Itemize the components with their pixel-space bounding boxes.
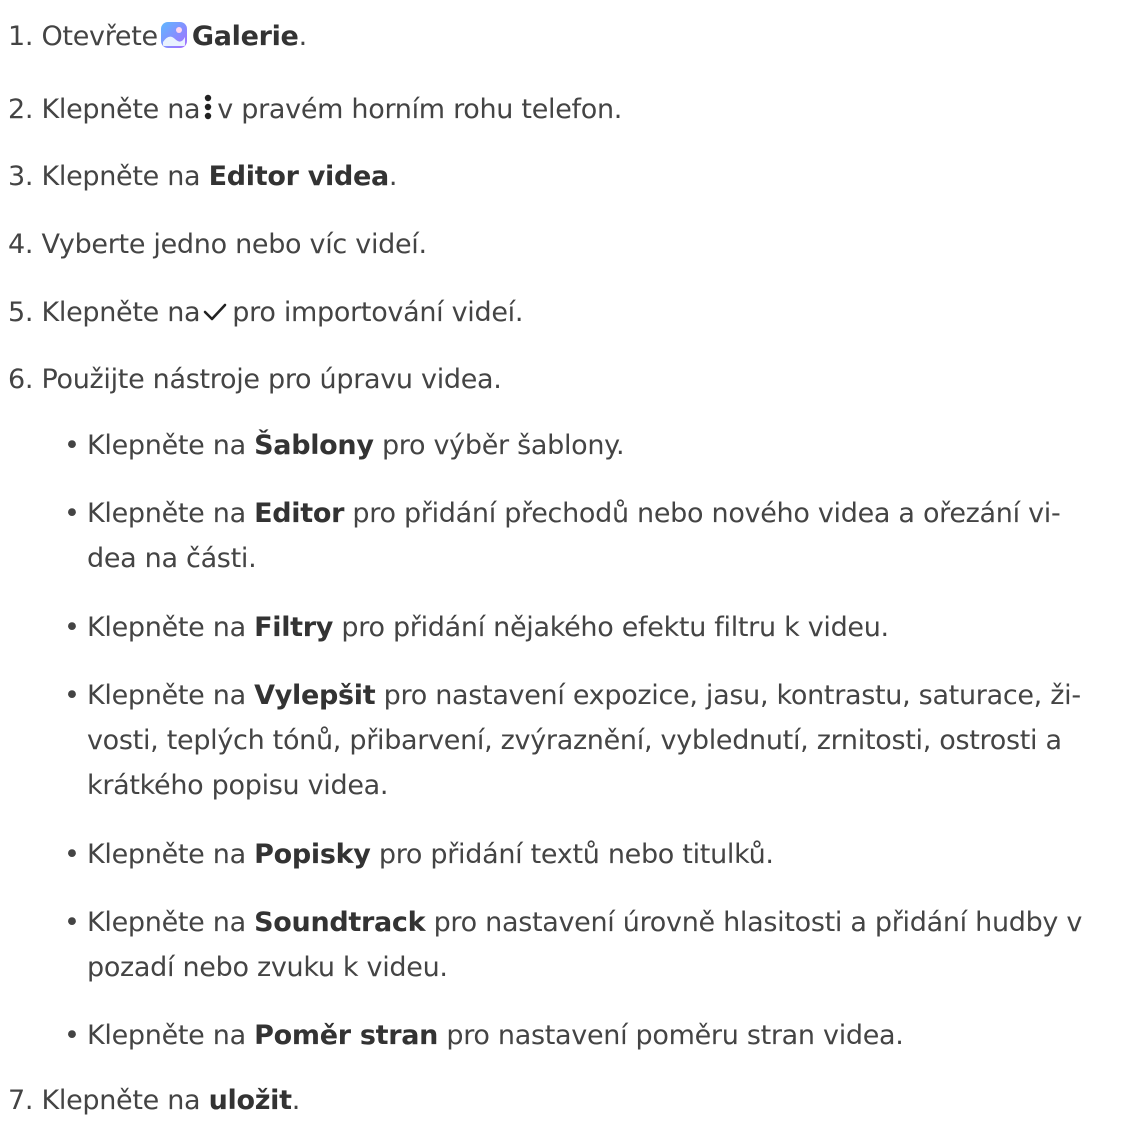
gallery-app-icon: [160, 22, 187, 48]
vertical-dots-icon: [205, 94, 212, 120]
step-text: Vyberte jedno nebo víc videí.: [41, 229, 427, 260]
ulozit-label: uložit: [208, 1085, 292, 1116]
step-number: 7.: [8, 1085, 34, 1116]
bullet-continuation: dea na části.: [87, 539, 257, 579]
step-text-after: v pravém horním rohu telefon.: [217, 94, 623, 125]
step-number: 6.: [8, 364, 34, 395]
bullet-item-sablony: • Klepněte na Šablony pro výběr šablony.: [64, 426, 625, 466]
bullet-text: Klepněte na: [87, 430, 246, 461]
bullet-text: Klepněte na: [87, 839, 246, 870]
bullet-symbol: •: [64, 498, 80, 529]
bullet-item-soundtrack: • Klepněte na Soundtrack pro nastavení úr…: [64, 903, 1082, 943]
step-text: Klepněte na: [41, 161, 201, 192]
step-text: Použijte nástroje pro úpravu videa.: [41, 364, 502, 395]
step-punct: .: [388, 161, 398, 192]
bullet-symbol: •: [64, 612, 80, 643]
bullet-item-pomer-stran: • Klepněte na Poměr stran pro nastavení p…: [64, 1016, 904, 1056]
popisky-label: Popisky: [254, 839, 371, 870]
editor-videa-label: Editor videa: [208, 161, 390, 192]
step-5: 5. Klepněte na pro importování videí.: [8, 293, 523, 333]
step-text: Klepněte na: [41, 94, 201, 125]
bullet-text-after: pro přidání textů nebo titulků.: [378, 839, 774, 870]
instruction-document: 1. Otevřete Galerie. 2. Klepněte na v pr…: [0, 0, 1126, 1122]
bullet-text: Klepněte na: [87, 1020, 246, 1051]
sablony-label: Šablony: [254, 430, 374, 461]
bullet-text: Klepněte na: [87, 907, 246, 938]
bullet-item-popisky: • Klepněte na Popisky pro přidání textů n…: [64, 835, 774, 875]
continuation-text: vosti, teplých tónů, přibarvení, zvýrazn…: [87, 725, 1062, 756]
step-number: 5.: [8, 297, 34, 328]
bullet-text-after: pro nastavení úrovně hlasitosti a přidán…: [433, 907, 1083, 938]
continuation-text: krátkého popisu videa.: [87, 770, 389, 801]
step-number: 4.: [8, 229, 34, 260]
bullet-symbol: •: [64, 839, 80, 870]
filtry-label: Filtry: [254, 612, 334, 643]
bullet-text-after: pro nastavení expozice, jasu, kontrastu,…: [383, 680, 1081, 711]
vylepsit-label: Vylepšit: [254, 680, 376, 711]
gallery-label: Galerie: [191, 21, 299, 52]
bullet-text: Klepněte na: [87, 498, 246, 529]
step-3: 3. Klepněte na Editor videa.: [8, 157, 398, 197]
bullet-text-after: pro přidání přechodů nebo nového videa a…: [352, 498, 1061, 529]
bullet-item-vylepsit: • Klepněte na Vylepšit pro nastavení expo…: [64, 676, 1081, 716]
bullet-item-editor: • Klepněte na Editor pro přidání přechodů…: [64, 494, 1061, 534]
step-6: 6. Použijte nástroje pro úpravu videa.: [8, 360, 502, 400]
bullet-text-after: pro výběr šablony.: [381, 430, 625, 461]
bullet-text-after: pro přidání nějakého efektu filtru k vid…: [341, 612, 889, 643]
bullet-continuation: krátkého popisu videa.: [87, 766, 388, 806]
checkmark-icon: [203, 303, 227, 321]
step-text: Otevřete: [41, 21, 158, 52]
step-punct: .: [298, 21, 308, 52]
bullet-item-filtry: • Klepněte na Filtry pro přidání nějakého…: [64, 608, 889, 648]
step-7: 7. Klepněte na uložit.: [8, 1081, 300, 1121]
pomer-stran-label: Poměr stran: [254, 1020, 439, 1051]
bullet-symbol: •: [64, 430, 80, 461]
bullet-text: Klepněte na: [87, 680, 246, 711]
bullet-symbol: •: [64, 907, 80, 938]
step-1: 1. Otevřete Galerie.: [8, 17, 307, 57]
editor-label: Editor: [254, 498, 345, 529]
continuation-text: pozadí nebo zvuku k videu.: [87, 952, 448, 983]
bullet-text: Klepněte na: [87, 612, 246, 643]
bullet-text-after: pro nastavení poměru stran videa.: [446, 1020, 904, 1051]
bullet-continuation: vosti, teplých tónů, přibarvení, zvýrazn…: [87, 721, 1062, 761]
step-4: 4. Vyberte jedno nebo víc videí.: [8, 225, 427, 265]
step-2: 2. Klepněte na v pravém horním rohu tele…: [8, 90, 622, 130]
step-text: Klepněte na: [41, 297, 201, 328]
step-number: 2.: [8, 94, 34, 125]
step-punct: .: [291, 1085, 301, 1116]
step-number: 1.: [8, 21, 34, 52]
step-text-after: pro importování videí.: [232, 297, 524, 328]
bullet-continuation: pozadí nebo zvuku k videu.: [87, 948, 448, 988]
bullet-symbol: •: [64, 1020, 80, 1051]
bullet-symbol: •: [64, 680, 80, 711]
soundtrack-label: Soundtrack: [254, 907, 426, 938]
step-number: 3.: [8, 161, 34, 192]
step-text: Klepněte na: [41, 1085, 201, 1116]
continuation-text: dea na části.: [87, 543, 257, 574]
